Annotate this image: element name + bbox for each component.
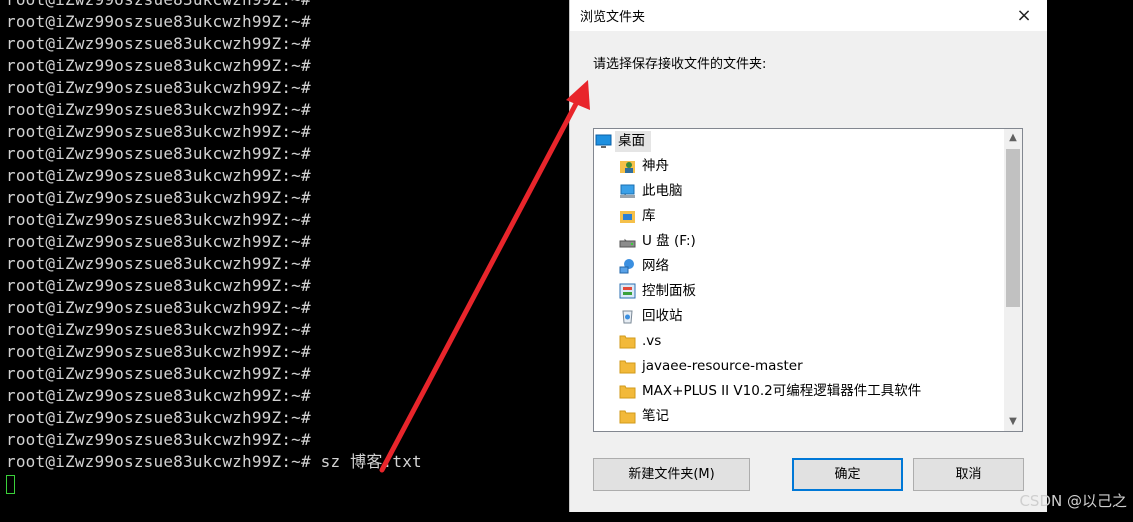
annotation-arrow (379, 80, 590, 473)
arrow-head (566, 80, 590, 110)
arrow-shaft (379, 97, 581, 473)
